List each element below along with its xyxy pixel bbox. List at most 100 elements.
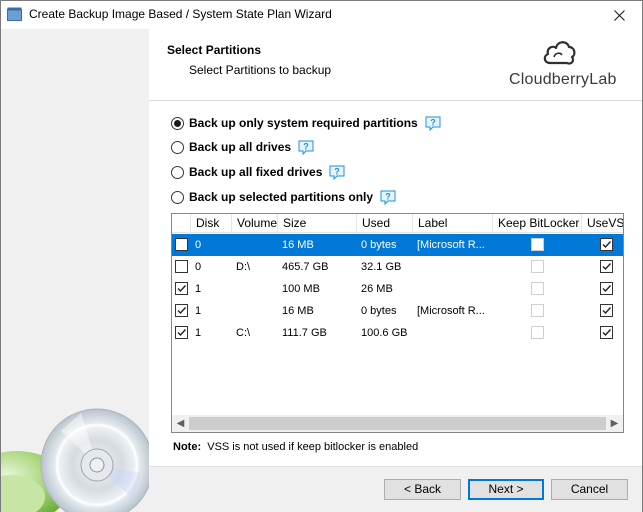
next-button[interactable]: Next > [468, 479, 544, 500]
cell-volume [232, 300, 278, 322]
keep-bitlocker-checkbox [531, 304, 544, 317]
next-button-label: Next > [488, 482, 524, 496]
wizard-window: Create Backup Image Based / System State… [0, 0, 643, 512]
column-header-size[interactable]: Size [278, 214, 357, 233]
cell-label: [Microsoft R... [417, 305, 485, 317]
cell-used: 32.1 GB [361, 261, 402, 273]
cell-size: 465.7 GB [282, 261, 329, 273]
window-title: Create Backup Image Based / System State… [29, 7, 332, 21]
close-icon [613, 9, 625, 21]
usevss-checkbox[interactable] [600, 260, 613, 273]
row-select-checkbox[interactable] [175, 304, 188, 317]
radio-label[interactable]: Back up only system required partitions [189, 116, 418, 130]
vss-note: Note: VSS is not used if keep bitlocker … [173, 441, 418, 453]
usevss-checkbox[interactable] [600, 282, 613, 295]
scrollbar-thumb[interactable] [189, 417, 606, 430]
keep-bitlocker-checkbox [531, 260, 544, 273]
column-header-keep-bitlocker[interactable]: Keep BitLocker [493, 214, 582, 233]
cell-disk: 1 [195, 327, 202, 339]
cell-label: [Microsoft R... [417, 239, 485, 251]
help-icon[interactable]: ? [329, 165, 345, 180]
cd-disc-image [1, 369, 149, 512]
row-select-checkbox[interactable] [175, 238, 188, 251]
keep-bitlocker-checkbox [531, 238, 544, 251]
wizard-footer: < Back Next > Cancel [149, 467, 642, 512]
column-header-used[interactable]: Used [357, 214, 413, 233]
horizontal-scrollbar[interactable]: ◀ ▶ [172, 415, 623, 432]
partitions-table[interactable]: Disk Volume Size Used Label Keep BitLock… [171, 213, 624, 433]
backup-option-2[interactable]: Back up all fixed drives? [171, 163, 345, 181]
page-subtitle: Select Partitions to backup [189, 63, 332, 77]
cancel-button[interactable]: Cancel [551, 479, 628, 500]
radio-button[interactable] [171, 116, 184, 130]
svg-text:?: ? [430, 117, 436, 127]
cancel-button-label: Cancel [570, 482, 609, 496]
svg-text:?: ? [335, 166, 341, 176]
radio-label[interactable]: Back up all fixed drives [189, 165, 322, 179]
column-header-disk[interactable]: Disk [191, 214, 232, 233]
help-icon[interactable]: ? [298, 140, 314, 155]
table-header: Disk Volume Size Used Label Keep BitLock… [172, 214, 623, 233]
keep-bitlocker-checkbox [531, 326, 544, 339]
table-row[interactable]: 0 D:\ 465.7 GB 32.1 GB [172, 256, 623, 278]
cell-label [413, 278, 493, 300]
cloud-icon [543, 41, 576, 65]
backup-option-1[interactable]: Back up all drives? [171, 138, 314, 156]
table-row[interactable]: 0 16 MB 0 bytes [Microsoft R... [172, 234, 623, 256]
table-row[interactable]: 1 16 MB 0 bytes [Microsoft R... [172, 300, 623, 322]
radio-button[interactable] [171, 190, 184, 204]
brand-logo: CloudberryLab [509, 37, 617, 95]
column-header-label[interactable]: Label [413, 214, 493, 233]
title-bar: Create Backup Image Based / System State… [1, 1, 642, 29]
cell-used: 26 MB [361, 283, 393, 295]
backup-option-0[interactable]: Back up only system required partitions? [171, 114, 441, 132]
help-icon[interactable]: ? [425, 116, 441, 131]
scroll-right-icon[interactable]: ▶ [606, 415, 623, 432]
note-text: VSS is not used if keep bitlocker is ena… [207, 441, 419, 453]
table-row[interactable]: 1 C:\ 111.7 GB 100.6 GB [172, 322, 623, 344]
row-select-checkbox[interactable] [175, 260, 188, 273]
cell-size: 16 MB [282, 239, 314, 251]
radio-label[interactable]: Back up selected partitions only [189, 190, 373, 204]
page-title: Select Partitions [167, 43, 262, 57]
cell-label [413, 322, 493, 344]
wizard-sidebar [1, 29, 149, 512]
row-select-checkbox[interactable] [175, 326, 188, 339]
cell-volume [232, 278, 278, 300]
cell-disk: 1 [195, 283, 202, 295]
row-select-checkbox[interactable] [175, 282, 188, 295]
cell-volume [232, 234, 278, 256]
cell-disk: 0 [195, 261, 202, 273]
cell-size: 100 MB [282, 283, 320, 295]
scroll-left-icon[interactable]: ◀ [172, 415, 189, 432]
svg-text:?: ? [385, 191, 391, 201]
radio-button[interactable] [171, 140, 184, 154]
radio-button[interactable] [171, 165, 184, 179]
table-row[interactable]: 1 100 MB 26 MB [172, 278, 623, 300]
backup-option-3[interactable]: Back up selected partitions only? [171, 188, 396, 206]
note-prefix: Note: [173, 441, 202, 453]
cell-used: 0 bytes [361, 239, 397, 251]
cell-label [413, 256, 493, 278]
cell-disk: 1 [195, 305, 202, 317]
app-icon [7, 7, 22, 21]
radio-label[interactable]: Back up all drives [189, 140, 291, 154]
column-header-volume[interactable]: Volume [232, 214, 278, 233]
usevss-checkbox[interactable] [600, 304, 613, 317]
brand-name: CloudberryLab [509, 71, 617, 88]
cell-disk: 0 [195, 239, 202, 251]
cell-size: 16 MB [282, 305, 314, 317]
back-button[interactable]: < Back [384, 479, 461, 500]
cell-volume: C:\ [236, 327, 251, 339]
keep-bitlocker-checkbox [531, 282, 544, 295]
svg-text:?: ? [303, 141, 309, 151]
close-button[interactable] [596, 1, 642, 29]
back-button-label: < Back [403, 482, 442, 496]
header-check-col [172, 214, 191, 233]
cell-volume: D:\ [236, 261, 251, 273]
usevss-checkbox[interactable] [600, 238, 613, 251]
help-icon[interactable]: ? [380, 190, 396, 205]
column-header-usevss[interactable]: UseVSS [582, 214, 623, 233]
header-divider [149, 100, 642, 101]
usevss-checkbox[interactable] [600, 326, 613, 339]
